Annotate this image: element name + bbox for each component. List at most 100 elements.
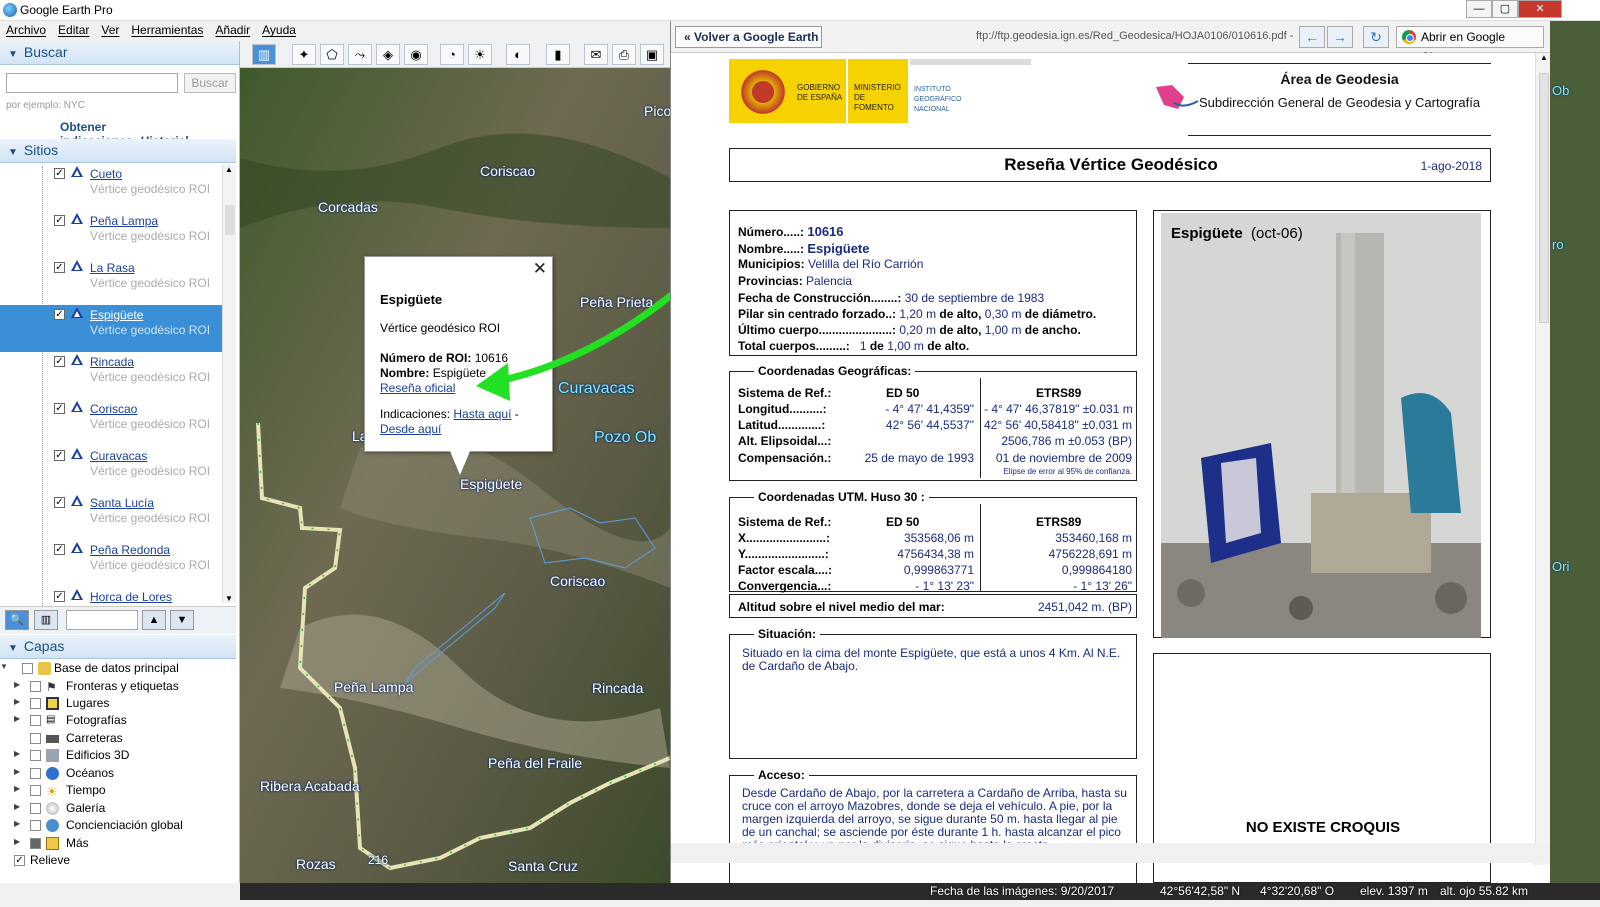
checkbox[interactable]: ✓ (54, 215, 65, 226)
checkbox[interactable] (30, 733, 41, 744)
expand-icon[interactable]: ▶ (14, 802, 20, 811)
sidebar-toggle-button[interactable]: ▥ (252, 44, 276, 65)
to-here-link[interactable]: Hasta aquí (453, 407, 511, 421)
move-up-button[interactable]: ▲ (142, 610, 166, 630)
search-places-button[interactable]: 🔍 (5, 610, 29, 630)
layer-item[interactable]: ▶ ▤ Fotografías (0, 712, 236, 729)
map-label[interactable]: Pico (644, 103, 670, 119)
place-item-pena-redonda[interactable]: ✓ Peña Redonda Vértice geodésico ROI (0, 540, 222, 587)
layer-item[interactable]: ▶ Más (0, 835, 236, 852)
place-item-horca-de-lores[interactable]: ✓ Horca de Lores (0, 587, 222, 604)
checkbox[interactable] (30, 698, 41, 709)
expand-icon[interactable]: ▶ (14, 697, 20, 706)
checkbox[interactable] (30, 838, 41, 849)
minimize-button[interactable]: — (1466, 0, 1492, 18)
layer-item[interactable]: ▶ Edificios 3D (0, 747, 236, 764)
place-name[interactable]: Espigüete (90, 308, 143, 322)
checkbox[interactable]: ✓ (54, 168, 65, 179)
place-item-curavacas[interactable]: ✓ Curavacas Vértice geodésico ROI (0, 446, 222, 493)
menu-herramientas[interactable]: Herramientas (125, 21, 209, 39)
map-label[interactable]: Espigüete (460, 476, 522, 492)
layer-item[interactable]: ▶ ⚑ Fronteras y etiquetas (0, 678, 236, 695)
map-label[interactable]: Coriscao (480, 163, 535, 179)
scroll-up-icon[interactable]: ▲ (1540, 53, 1548, 62)
scroll-down-icon[interactable]: ▼ (225, 594, 233, 603)
layer-item[interactable]: ▶ Concienciación global (0, 817, 236, 834)
ruler-button[interactable]: ▮ (546, 44, 570, 65)
menu-anadir[interactable]: Añadir (209, 21, 256, 39)
add-placemark-button[interactable]: ✦ (292, 44, 316, 65)
search-panel-header[interactable]: ▼ Buscar (0, 41, 239, 65)
layer-item[interactable]: ▶ ☀ Tiempo (0, 782, 236, 799)
maximize-button[interactable]: ▢ (1492, 0, 1518, 18)
sunlight-button[interactable]: ☀ (468, 44, 492, 65)
place-name[interactable]: Curavacas (90, 449, 147, 463)
scroll-thumb[interactable] (225, 205, 235, 235)
back-to-earth-button[interactable]: « Volver a Google Earth (675, 26, 822, 48)
place-item-espiguete[interactable]: ✓ Espigüete Vértice geodésico ROI (0, 305, 222, 352)
toggle-panel-button[interactable]: ▥ (34, 610, 58, 630)
official-link[interactable]: Reseña oficial (380, 381, 455, 395)
place-name[interactable]: La Rasa (90, 261, 135, 275)
checkbox[interactable] (22, 663, 33, 674)
map-label[interactable]: Corcadas (318, 199, 378, 215)
place-item-pena-lampa[interactable]: ✓ Peña Lampa Vértice geodésico ROI (0, 211, 222, 258)
forward-arrow-button[interactable]: → (1327, 26, 1353, 48)
expand-icon[interactable]: ▶ (14, 784, 20, 793)
move-down-button[interactable]: ▼ (170, 610, 194, 630)
map-label[interactable]: Ribera Acabada (260, 778, 360, 794)
close-button[interactable]: ✕ (1518, 0, 1562, 18)
checkbox[interactable]: ✓ (54, 591, 65, 602)
place-name[interactable]: Coriscao (90, 402, 137, 416)
places-filter-input[interactable] (66, 610, 138, 630)
place-name[interactable]: Santa Lucía (90, 496, 154, 510)
place-name[interactable]: Horca de Lores (90, 590, 172, 604)
place-item-santa-lucia[interactable]: ✓ Santa Lucía Vértice geodésico ROI (0, 493, 222, 540)
checkbox[interactable] (30, 803, 41, 814)
places-panel-header[interactable]: ▼ Sitios (0, 139, 236, 163)
checkbox[interactable]: ✓ (54, 450, 65, 461)
expand-icon[interactable]: ▶ (14, 837, 20, 846)
map-label[interactable]: Rincada (592, 680, 643, 696)
menu-editar[interactable]: Editar (52, 21, 95, 39)
expand-icon[interactable]: ▼ (0, 662, 8, 671)
pdf-scrollbar[interactable]: ▲ ▼ (1535, 53, 1551, 865)
layers-panel-header[interactable]: ▼ Capas (0, 635, 236, 659)
expand-icon[interactable]: ▶ (14, 749, 20, 758)
from-here-link[interactable]: Desde aquí (380, 422, 441, 436)
map-label[interactable]: Ori (1552, 559, 1569, 574)
checkbox[interactable]: ✓ (54, 544, 65, 555)
add-path-button[interactable]: ⤳ (348, 44, 372, 65)
places-scrollbar[interactable]: ▲ ▼ (222, 165, 236, 603)
checkbox[interactable]: ✓ (54, 497, 65, 508)
layer-item[interactable]: ▶ Lugares (0, 695, 236, 712)
checkbox[interactable] (30, 768, 41, 779)
place-item-la-rasa[interactable]: ✓ La Rasa Vértice geodésico ROI (0, 258, 222, 305)
expand-icon[interactable]: ▶ (14, 680, 20, 689)
place-item-rincada[interactable]: ✓ Rincada Vértice geodésico ROI (0, 352, 222, 399)
url-text[interactable]: ftp://ftp.geodesia.ign.es/Red_Geodesica/… (976, 30, 1293, 42)
layer-item[interactable]: ▶ Galería (0, 800, 236, 817)
email-button[interactable]: ✉ (584, 44, 608, 65)
menu-archivo[interactable]: Archivo (0, 21, 52, 39)
checkbox[interactable]: ✓ (54, 403, 65, 414)
layer-item[interactable]: ✓ Relieve (0, 852, 220, 869)
map-label[interactable]: Ob (1552, 83, 1569, 98)
map-view[interactable]: Coriscao Corcadas Peña Prieta Curavacas … (240, 68, 670, 883)
checkbox[interactable]: ✓ (54, 356, 65, 367)
expand-icon[interactable]: ▶ (14, 714, 20, 723)
place-name[interactable]: Rincada (90, 355, 134, 369)
save-image-button[interactable]: ▣ (640, 44, 664, 65)
checkbox[interactable] (30, 681, 41, 692)
refresh-button[interactable]: ↻ (1363, 26, 1389, 48)
search-input[interactable] (6, 73, 178, 93)
open-in-chrome-button[interactable]: Abrir en Google Chrome (1396, 26, 1544, 64)
back-arrow-button[interactable]: ← (1299, 26, 1325, 48)
place-name[interactable]: Peña Lampa (90, 214, 158, 228)
checkbox[interactable] (30, 715, 41, 726)
checkbox[interactable]: ✓ (54, 262, 65, 273)
menu-ayuda[interactable]: Ayuda (256, 21, 302, 39)
checkbox[interactable] (30, 750, 41, 761)
map-label[interactable]: Peña del Fraile (488, 755, 582, 771)
place-item-cueto[interactable]: ✓ Cueto Vértice geodésico ROI (0, 164, 222, 211)
